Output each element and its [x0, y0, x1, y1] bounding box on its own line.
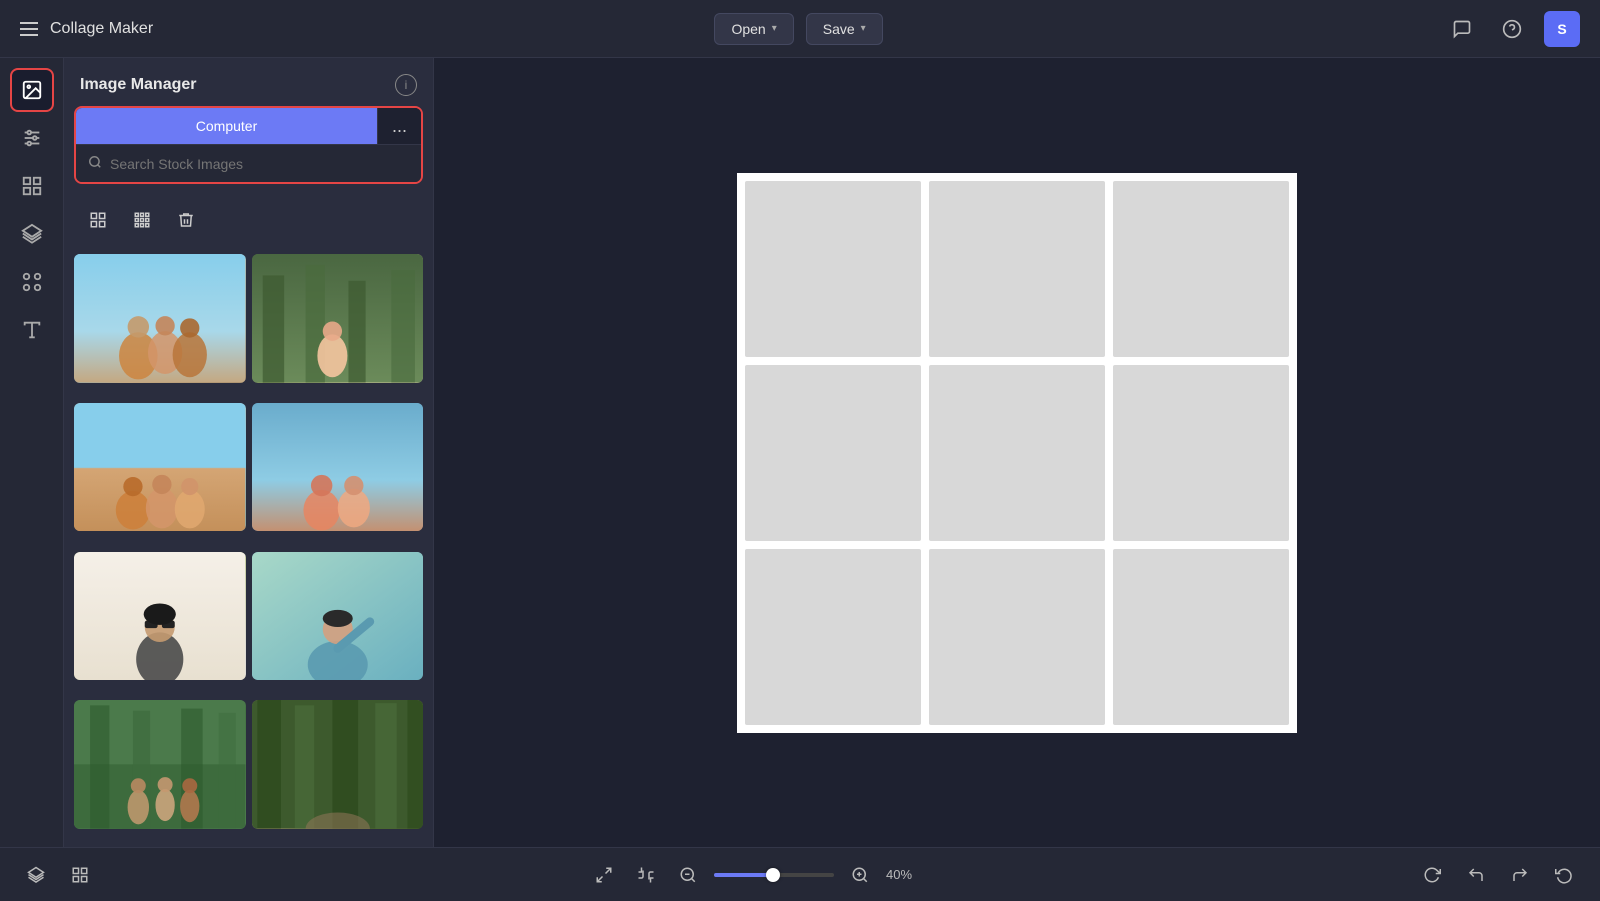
header-center: Open ▾ Save ▾	[714, 13, 882, 45]
open-chevron: ▾	[772, 23, 777, 34]
image-item[interactable]	[74, 700, 246, 829]
zoom-slider[interactable]	[714, 873, 834, 877]
image-item[interactable]	[252, 403, 424, 532]
user-avatar[interactable]: S	[1544, 11, 1580, 47]
source-tabs: Computer ...	[76, 108, 421, 144]
main-area: Image Manager i Computer ...	[0, 58, 1600, 847]
image-item[interactable]	[74, 403, 246, 532]
bottom-toolbar-center: 40%	[588, 859, 924, 891]
history-btn[interactable]	[1548, 859, 1580, 891]
zoom-slider-track[interactable]	[714, 873, 834, 877]
sidebar-item-adjust[interactable]	[10, 116, 54, 160]
grid-view-button[interactable]	[80, 202, 116, 238]
open-button[interactable]: Open ▾	[714, 13, 793, 45]
collage-cell[interactable]	[1113, 549, 1289, 725]
image-item[interactable]	[252, 254, 424, 383]
sidebar-item-layers[interactable]	[10, 212, 54, 256]
canvas-area	[434, 58, 1600, 847]
save-button[interactable]: Save ▾	[806, 13, 883, 45]
sidebar-item-elements[interactable]	[10, 260, 54, 304]
image-grid	[64, 250, 433, 847]
delete-button[interactable]	[168, 202, 204, 238]
sidebar-item-text[interactable]	[10, 308, 54, 352]
collage-cell[interactable]	[929, 181, 1105, 357]
crop-btn[interactable]	[630, 859, 662, 891]
bottom-toolbar-left	[20, 859, 96, 891]
save-label: Save	[823, 21, 855, 37]
collage-cell[interactable]	[745, 549, 921, 725]
help-icon-btn[interactable]	[1494, 11, 1530, 47]
hamburger-menu[interactable]	[20, 22, 38, 36]
app-title: Collage Maker	[50, 20, 153, 38]
fit-to-screen-btn[interactable]	[588, 859, 620, 891]
bottom-toolbar-right	[1416, 859, 1580, 891]
image-item[interactable]	[252, 700, 424, 829]
sidebar-item-images[interactable]	[10, 68, 54, 112]
layers-icon-btn[interactable]	[20, 859, 52, 891]
header-left: Collage Maker	[20, 20, 153, 38]
panel-header: Image Manager i	[64, 58, 433, 106]
collage-canvas	[737, 173, 1297, 733]
image-tools	[64, 194, 433, 250]
info-icon-btn[interactable]: i	[395, 74, 417, 96]
source-selector: Computer ...	[74, 106, 423, 184]
search-icon	[88, 155, 102, 172]
zoom-value: 40%	[886, 867, 924, 882]
source-tab-more[interactable]: ...	[377, 108, 421, 144]
collage-cell[interactable]	[929, 365, 1105, 541]
chat-icon-btn[interactable]	[1444, 11, 1480, 47]
image-item[interactable]	[74, 254, 246, 383]
redo-btn[interactable]	[1504, 859, 1536, 891]
collage-cell[interactable]	[745, 181, 921, 357]
zoom-out-btn[interactable]	[672, 859, 704, 891]
sidebar-item-layout[interactable]	[10, 164, 54, 208]
panel-title: Image Manager	[80, 76, 196, 94]
header-right: S	[1444, 11, 1580, 47]
search-input[interactable]	[110, 156, 409, 172]
zoom-slider-thumb[interactable]	[766, 868, 780, 882]
collage-cell[interactable]	[745, 365, 921, 541]
search-bar	[76, 144, 421, 182]
grid-icon-btn[interactable]	[64, 859, 96, 891]
collage-cell[interactable]	[1113, 365, 1289, 541]
undo-btn[interactable]	[1460, 859, 1492, 891]
mosaic-view-button[interactable]	[124, 202, 160, 238]
image-item[interactable]	[74, 552, 246, 681]
image-item[interactable]	[252, 552, 424, 681]
bottom-toolbar: 40%	[0, 847, 1600, 901]
header: Collage Maker Open ▾ Save ▾ S	[0, 0, 1600, 58]
zoom-in-btn[interactable]	[844, 859, 876, 891]
refresh-btn[interactable]	[1416, 859, 1448, 891]
side-panel: Image Manager i Computer ...	[64, 58, 434, 847]
source-tab-computer[interactable]: Computer	[76, 108, 377, 144]
collage-cell[interactable]	[1113, 181, 1289, 357]
zoom-slider-fill	[714, 873, 768, 877]
icon-rail	[0, 58, 64, 847]
open-label: Open	[731, 21, 765, 37]
save-chevron: ▾	[861, 23, 866, 34]
collage-cell[interactable]	[929, 549, 1105, 725]
